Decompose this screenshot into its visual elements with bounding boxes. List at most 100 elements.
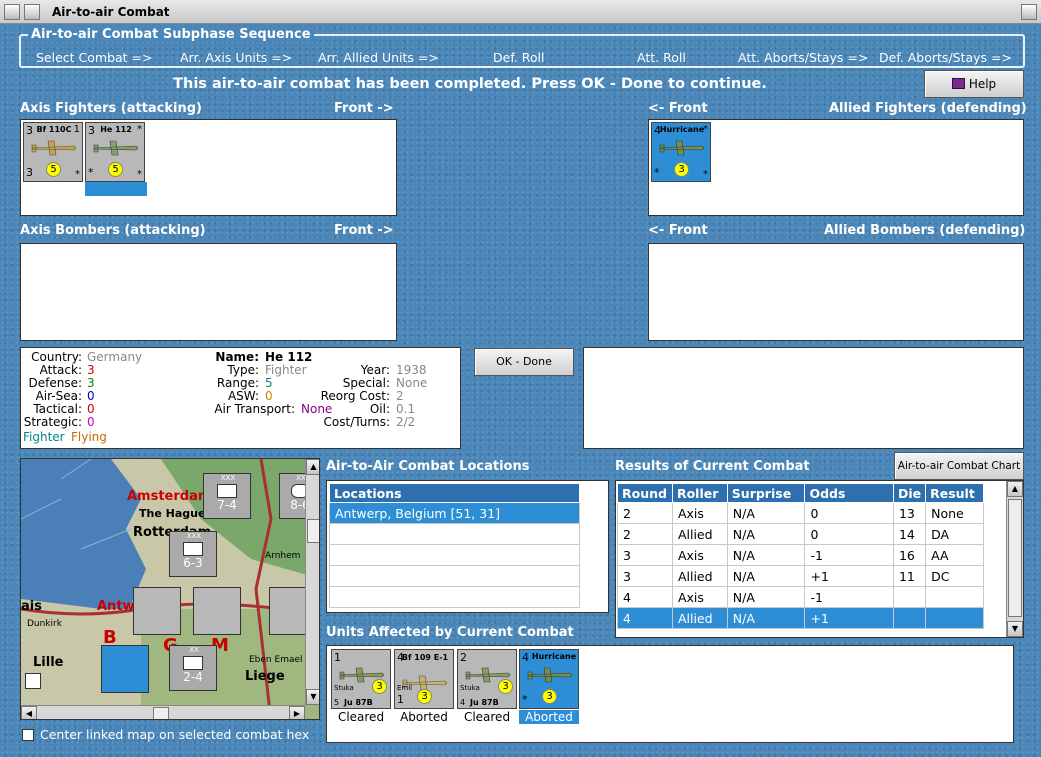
title-bar[interactable]: Air-to-air Combat — [0, 0, 1041, 24]
asw-value: 0 — [265, 389, 273, 403]
affected-status: Cleared — [463, 710, 511, 724]
unit-info-panel: Country: Germany Attack: 3 Defense: 3 Ai… — [20, 347, 461, 449]
location-row[interactable]: Antwerp, Belgium [51, 31] — [329, 502, 580, 524]
allied-fighters-front: <- Front — [648, 101, 708, 116]
cell: Axis — [671, 586, 728, 608]
location-cell[interactable]: Antwerp, Belgium [51, 31] — [329, 502, 580, 524]
counter-movement: 3 — [542, 689, 557, 704]
unit-counter-bf110c[interactable]: 3 Bf 110C 1 3 5 * — [23, 122, 83, 182]
results-scrollbar[interactable]: ▲ ▼ — [1006, 481, 1023, 637]
affected-unit-ju87b-2[interactable]: 2 Stuka 4 3 Ju 87B — [457, 649, 517, 709]
affected-unit-ju87b-1[interactable]: 1 Stuka 5 3 Ju 87B — [331, 649, 391, 709]
ok-done-button[interactable]: OK - Done — [474, 348, 574, 376]
locations-list[interactable]: Locations Antwerp, Belgium [51, 31] — [326, 480, 609, 613]
scroll-thumb[interactable] — [307, 519, 319, 543]
air-combat-chart-button[interactable]: Air-to-air Combat Chart — [894, 452, 1024, 480]
locations-header[interactable]: Locations — [329, 483, 580, 503]
axis-bombers-front: Front -> — [334, 223, 394, 238]
axis-fighters-panel[interactable]: 3 Bf 110C 1 3 5 * 3 He 112 * * 5 * — [20, 119, 397, 216]
map-label-eben-emael: Eben Emael — [249, 655, 303, 665]
allied-bombers-header: Allied Bombers (defending) — [824, 223, 1026, 238]
table-row[interactable]: 4 Axis N/A -1 — [617, 586, 984, 608]
counter-name: Hurricane — [531, 652, 577, 661]
affected-unit-hurricane[interactable]: 4 Hurricane * 3 — [519, 649, 579, 709]
col-die[interactable]: Die — [892, 483, 927, 503]
allied-bombers-panel[interactable] — [648, 243, 1024, 341]
center-map-checkbox[interactable] — [22, 729, 34, 741]
counter-defense: * — [522, 693, 528, 706]
window-menu-icon[interactable] — [4, 4, 20, 20]
location-cell[interactable] — [329, 544, 580, 566]
location-row[interactable] — [329, 544, 580, 566]
help-book-icon — [951, 78, 965, 89]
scroll-up-icon[interactable]: ▲ — [1007, 481, 1023, 497]
col-round[interactable]: Round — [617, 483, 673, 503]
cell: DC — [925, 565, 984, 587]
map-air-counter-hurricane[interactable] — [101, 645, 149, 693]
col-roller[interactable]: Roller — [671, 483, 728, 503]
col-surprise[interactable]: Surprise — [726, 483, 806, 503]
affected-units-panel[interactable]: 1 Stuka 5 3 Ju 87B 4 Bf 109 E-1 Emil 1 3… — [326, 645, 1014, 743]
scroll-thumb[interactable] — [1008, 499, 1022, 617]
seq-step-select-combat: Select Combat => — [36, 50, 153, 65]
scroll-thumb[interactable] — [153, 707, 169, 719]
unit-counter-he112[interactable]: 3 He 112 * * 5 * — [85, 122, 145, 182]
axis-fighters-front: Front -> — [334, 101, 394, 116]
table-row[interactable]: 3 Axis N/A -1 16 AA — [617, 544, 984, 566]
col-odds[interactable]: Odds — [804, 483, 894, 503]
window-title: Air-to-air Combat — [52, 5, 170, 19]
map-corps-counter-1[interactable]: XXX 7-4 — [203, 473, 251, 519]
cell: N/A — [726, 544, 806, 566]
scroll-left-icon[interactable]: ◀ — [21, 706, 37, 719]
map-vertical-scrollbar[interactable]: ▲ ▼ — [305, 459, 319, 705]
affected-unit-bf109[interactable]: 4 Bf 109 E-1 Emil 1 3 — [394, 649, 454, 709]
map-air-counter-bf109[interactable] — [193, 587, 241, 635]
table-row[interactable]: 4 Allied N/A +1 — [617, 607, 984, 629]
unit-counter-hurricane[interactable]: 4 Hurricane * * 3 * — [651, 122, 711, 182]
scroll-down-icon[interactable]: ▼ — [1007, 621, 1023, 637]
location-row[interactable] — [329, 586, 580, 608]
scroll-up-icon[interactable]: ▲ — [306, 459, 319, 475]
help-button[interactable]: Help — [924, 70, 1024, 98]
scroll-right-icon[interactable]: ▶ — [289, 706, 305, 719]
table-row[interactable]: 2 Allied N/A 0 14 DA — [617, 523, 984, 545]
cell: +1 — [804, 607, 894, 629]
subphase-sequence-title: Air-to-air Combat Subphase Sequence — [28, 27, 314, 42]
close-window-button[interactable] — [1021, 4, 1037, 20]
location-cell[interactable] — [329, 586, 580, 608]
cell: AA — [925, 544, 984, 566]
map-air-counter-do17[interactable] — [269, 587, 309, 635]
allied-fighters-panel[interactable]: 4 Hurricane * * 3 * — [648, 119, 1024, 216]
location-row[interactable] — [329, 565, 580, 587]
location-cell[interactable] — [329, 523, 580, 545]
cell: N/A — [726, 565, 806, 587]
map-air-counter-he112[interactable] — [133, 587, 181, 635]
location-cell[interactable] — [329, 565, 580, 587]
results-table-panel[interactable]: Round Roller Surprise Odds Die Result 2A… — [615, 480, 1024, 638]
cell: Axis — [671, 544, 728, 566]
airsea-label: Air-Sea: — [35, 389, 82, 403]
map-corps-counter-2[interactable]: XXX 6-3 — [169, 531, 217, 577]
cell: -1 — [804, 544, 894, 566]
map-label-the-hague: The Hague — [139, 507, 206, 520]
status-flying: Flying — [71, 430, 107, 444]
map-label-ais: ais — [21, 599, 42, 614]
cell: 16 — [892, 544, 927, 566]
cell: 3 — [617, 544, 673, 566]
map-corps-counter-3[interactable]: XX 2-4 — [169, 645, 217, 691]
cell: 11 — [892, 565, 927, 587]
scroll-down-icon[interactable]: ▼ — [306, 689, 319, 705]
year-label: Year: — [360, 363, 390, 377]
linked-map[interactable]: Amsterdam The Hague Rotterdam Antw Dunki… — [20, 458, 320, 720]
counter-defense: 5 — [334, 698, 340, 707]
table-row[interactable]: 2 Axis N/A 0 13 None — [617, 502, 984, 524]
location-row[interactable] — [329, 523, 580, 545]
cost-value: 2/2 — [396, 415, 416, 429]
col-result[interactable]: Result — [925, 483, 984, 503]
center-map-checkbox-label: Center linked map on selected combat hex — [40, 727, 310, 742]
table-row[interactable]: 3 Allied N/A +1 11 DC — [617, 565, 984, 587]
cell: Allied — [671, 523, 728, 545]
axis-bombers-panel[interactable] — [20, 243, 397, 341]
map-horizontal-scrollbar[interactable]: ◀ ▶ — [21, 705, 305, 719]
corps-size: XXX — [186, 532, 202, 540]
